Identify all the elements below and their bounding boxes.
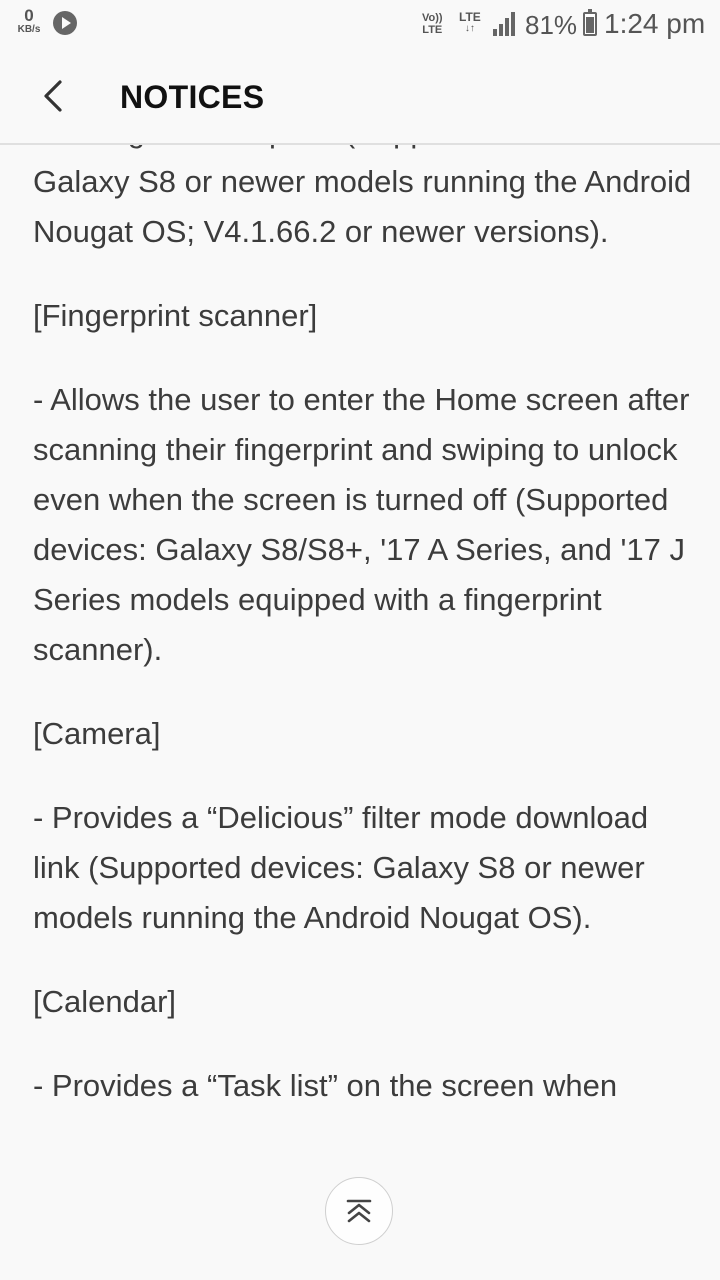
notice-body: “Edit signature” option (Supported devic…: [33, 145, 693, 1145]
status-bar: 0 KB/s Vo)) LTE LTE ↓↑ 81% 1:24 pm: [0, 0, 720, 50]
signal-icon: [493, 12, 515, 36]
network-speed-unit: KB/s: [17, 24, 41, 35]
volte-label: Vo)): [422, 12, 443, 24]
battery-percent: 81%: [525, 10, 578, 40]
section-heading-fingerprint: [Fingerprint scanner]: [33, 298, 318, 333]
network-speed: 0 KB/s: [14, 6, 44, 36]
network-speed-value: 0: [24, 6, 34, 25]
volte-indicator: Vo)) LTE: [422, 12, 443, 36]
notice-paragraph: “Edit signature” option (Supported devic…: [33, 145, 692, 249]
back-button[interactable]: [28, 70, 80, 122]
notice-paragraph: - Allows the user to enter the Home scre…: [33, 382, 690, 667]
volte-sublabel: LTE: [422, 24, 443, 36]
notice-paragraph: - Provides a “Task list” on the screen w…: [33, 1068, 618, 1103]
section-heading-calendar: [Calendar]: [33, 984, 177, 1019]
chevron-left-icon: [44, 80, 62, 112]
notice-paragraph: - Provides a “Delicious” filter mode dow…: [33, 800, 649, 935]
page-title: NOTICES: [120, 79, 265, 115]
section-heading-camera: [Camera]: [33, 716, 161, 751]
scroll-to-top-icon: [346, 1199, 372, 1223]
clock: 1:24 pm: [604, 8, 706, 39]
battery-level-fill: [586, 16, 594, 33]
lte-arrows: ↓↑: [464, 23, 475, 34]
app-bar: NOTICES: [0, 50, 720, 145]
scroll-to-top-button[interactable]: [325, 1177, 393, 1245]
battery-icon: [583, 9, 597, 36]
lte-indicator: LTE ↓↑: [459, 11, 481, 34]
play-icon: [53, 11, 77, 35]
notice-content[interactable]: “Edit signature” option (Supported devic…: [0, 145, 720, 1280]
